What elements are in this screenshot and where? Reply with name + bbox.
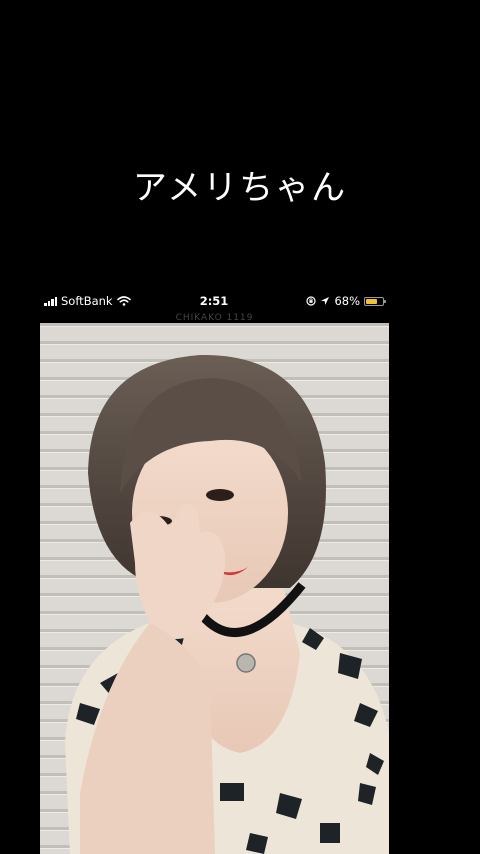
battery-fill [366,298,377,304]
screen-rotation-lock-icon [306,296,317,306]
battery-percent: 68% [334,294,360,308]
pendant [236,653,256,673]
status-bar: SoftBank 2:51 68% [44,292,386,310]
photo-watermark: CHIKAKO 1119 [175,313,254,323]
location-arrow-icon [321,297,330,305]
right-eye [206,489,234,501]
status-right: 68% [306,294,386,308]
battery-icon [364,296,386,306]
profile-photo [40,323,389,854]
page-title: アメリちゃん [132,168,348,208]
